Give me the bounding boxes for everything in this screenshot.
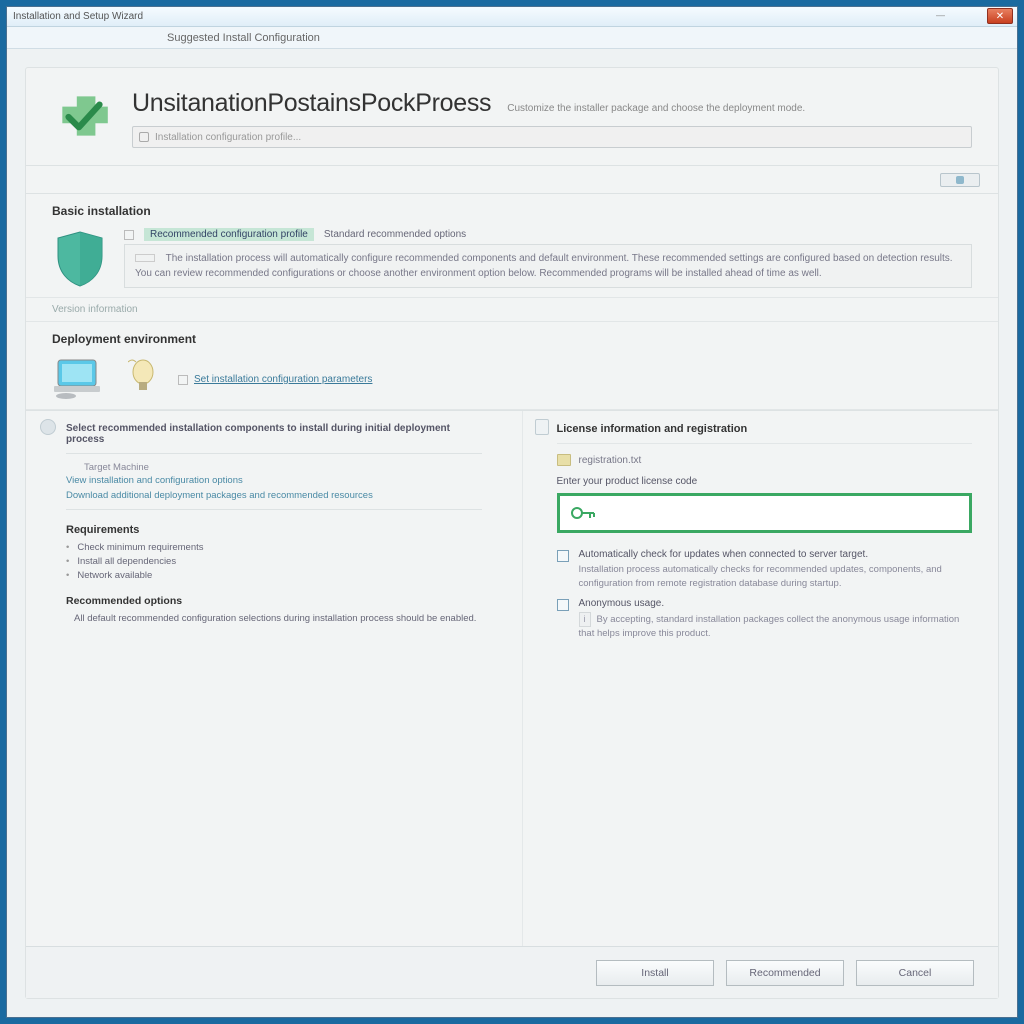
left-h3: Recommended options [66, 595, 482, 607]
window-title: Installation and Setup Wizard [13, 11, 143, 22]
folder-row[interactable]: registration.txt [557, 454, 973, 466]
section-title-deploy: Deployment environment [52, 332, 972, 346]
titlebar: Installation and Setup Wizard — ✕ [7, 7, 1017, 27]
box-icon [135, 254, 155, 262]
main-window: Installation and Setup Wizard — ✕ Sugges… [6, 6, 1018, 1018]
key-field-label: Enter your product license code [557, 476, 973, 487]
license-key-input[interactable] [557, 493, 973, 533]
minimize-icon[interactable]: — [936, 10, 945, 20]
info-box-text: The installation process will automatica… [135, 253, 953, 279]
header-text: UnsitanationPostainsPockProess Customize… [132, 89, 972, 148]
info-line-rest: Standard recommended options [324, 229, 466, 240]
checkmark-icon [52, 86, 114, 151]
input-placeholder: Installation configuration profile... [155, 132, 301, 143]
header-block: UnsitanationPostainsPockProess Customize… [26, 68, 998, 166]
left-column: Select recommended installation componen… [26, 411, 523, 946]
footer: Install Recommended Cancel [26, 946, 998, 998]
content-area: UnsitanationPostainsPockProess Customize… [7, 49, 1017, 1017]
main-panel: UnsitanationPostainsPockProess Customize… [25, 67, 999, 999]
recommended-button[interactable]: Recommended [726, 960, 844, 986]
info-block: Recommended configuration profile Standa… [124, 228, 972, 288]
left-desc: All default recommended configuration se… [66, 613, 482, 624]
checkbox-anonymous[interactable]: Anonymous usage. iBy accepting, standard… [557, 598, 973, 642]
checkbox-icon [557, 550, 569, 562]
info-icon [124, 230, 134, 240]
left-link-1[interactable]: View installation and configuration opti… [66, 475, 482, 486]
section-title-basic: Basic installation [52, 204, 972, 218]
left-link-2[interactable]: Download additional deployment packages … [66, 490, 482, 501]
chk2-desc: iBy accepting, standard installation pac… [579, 612, 973, 642]
details-columns: Select recommended installation componen… [26, 410, 998, 946]
section-basic: Basic installation Recommended configura… [26, 194, 998, 298]
bulb-icon [128, 358, 158, 401]
config-input[interactable]: Installation configuration profile... [132, 126, 972, 148]
deploy-link-text: Set installation configuration parameter… [194, 374, 372, 385]
deploy-link[interactable]: Set installation configuration parameter… [178, 374, 372, 385]
cancel-button[interactable]: Cancel [856, 960, 974, 986]
shield-icon [52, 228, 108, 291]
left-item-target: Target Machine [84, 462, 482, 473]
section-deployment: Deployment environment [26, 322, 998, 410]
right-column: License information and registration reg… [523, 411, 999, 946]
list-item: •Check minimum requirements [66, 542, 482, 553]
input-icon [139, 132, 149, 142]
chk1-label: Automatically check for updates when con… [579, 549, 973, 560]
close-button[interactable]: ✕ [987, 8, 1013, 24]
page-title: UnsitanationPostainsPockProess [132, 89, 491, 118]
folder-icon [557, 454, 571, 466]
chk1-desc: Installation process automatically check… [579, 563, 973, 592]
highlight-label: Recommended configuration profile [144, 228, 314, 241]
link-checkbox-icon [178, 375, 188, 385]
context-badge[interactable] [940, 173, 980, 187]
chk2-label: Anonymous usage. [579, 598, 973, 609]
info-box: The installation process will automatica… [124, 244, 972, 288]
context-bar [26, 166, 998, 194]
page-subtitle: Customize the installer package and choo… [507, 103, 805, 114]
install-button[interactable]: Install [596, 960, 714, 986]
menu-item[interactable]: Suggested Install Configuration [167, 32, 320, 44]
folder-label: registration.txt [579, 455, 642, 466]
right-heading: License information and registration [557, 423, 973, 435]
tag-icon: i [579, 612, 591, 628]
left-h2: Requirements [66, 524, 482, 536]
meta-line: Version information [26, 298, 998, 322]
key-icon [570, 504, 596, 522]
checkbox-icon [557, 599, 569, 611]
list-item: •Install all dependencies [66, 556, 482, 567]
monitor-icon [52, 356, 108, 403]
left-heading: Select recommended installation componen… [66, 423, 482, 445]
checkbox-updates[interactable]: Automatically check for updates when con… [557, 549, 973, 592]
menubar: Suggested Install Configuration [7, 27, 1017, 49]
list-item: •Network available [66, 570, 482, 581]
